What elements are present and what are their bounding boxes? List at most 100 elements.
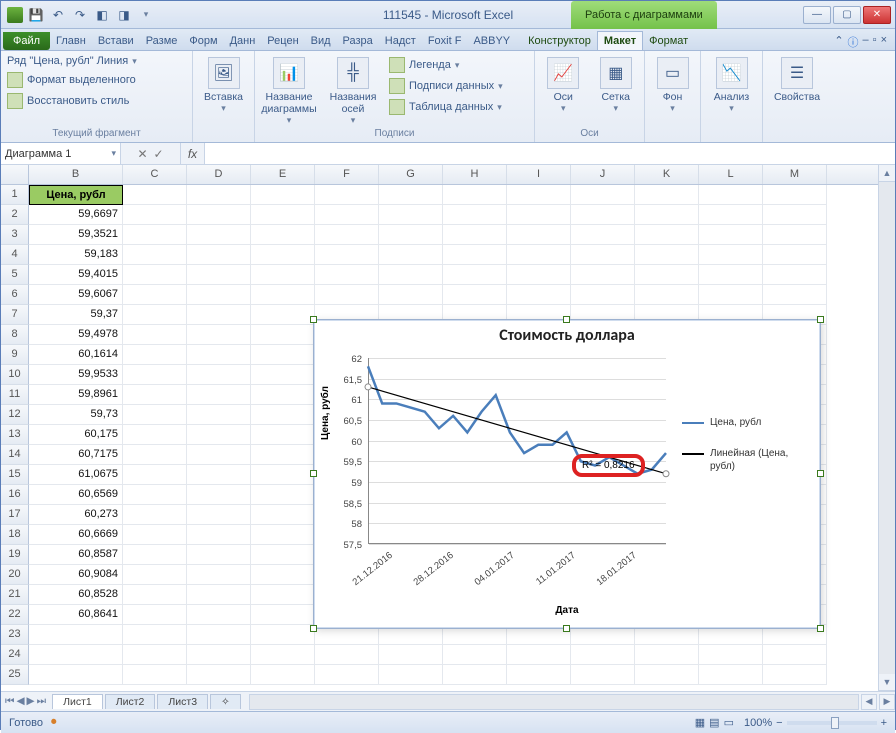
macro-record-icon[interactable]: ⏺: [51, 716, 57, 729]
tab-data[interactable]: Данн: [224, 32, 262, 50]
chart-title[interactable]: Стоимость доллара: [314, 320, 820, 345]
qat-redo-icon[interactable]: ↷: [71, 6, 89, 24]
format-selection-button[interactable]: Формат выделенного: [5, 70, 139, 90]
col-header[interactable]: B: [29, 165, 123, 184]
resize-handle[interactable]: [310, 470, 317, 477]
y-axis-title[interactable]: Цена, рубл: [320, 386, 331, 440]
resize-handle[interactable]: [817, 625, 824, 632]
col-header[interactable]: J: [571, 165, 635, 184]
doc-restore-icon[interactable]: ▫: [873, 34, 877, 50]
view-pagebreak-icon[interactable]: ▭: [724, 716, 734, 729]
zoom-out-icon[interactable]: −: [776, 717, 782, 729]
cell[interactable]: 60,273: [29, 505, 123, 525]
zoom-slider[interactable]: [787, 721, 877, 725]
cell[interactable]: 59,37: [29, 305, 123, 325]
fx-confirm-icon[interactable]: ✓: [154, 147, 164, 161]
data-table-button[interactable]: Таблица данных: [387, 97, 505, 117]
view-normal-icon[interactable]: ▦: [695, 716, 705, 729]
cell[interactable]: 59,8961: [29, 385, 123, 405]
col-header[interactable]: L: [699, 165, 763, 184]
scrollbar-track[interactable]: [879, 182, 895, 674]
resize-handle[interactable]: [310, 625, 317, 632]
select-all-corner[interactable]: [1, 165, 29, 184]
chart-object[interactable]: Стоимость доллара Цена, рубл R² = 0,8216…: [313, 319, 821, 629]
reset-style-button[interactable]: Восстановить стиль: [5, 91, 139, 111]
series-selector[interactable]: Ряд "Цена, рубл" Линия: [5, 53, 139, 69]
new-sheet-button[interactable]: ✧: [210, 694, 241, 709]
cell[interactable]: 60,175: [29, 425, 123, 445]
sheet-nav-first-icon[interactable]: ⏮: [5, 695, 14, 708]
cell[interactable]: 60,9084: [29, 565, 123, 585]
axis-titles-button[interactable]: ╬Названия осей: [323, 53, 383, 126]
scroll-down-icon[interactable]: ▼: [879, 674, 895, 691]
col-header[interactable]: C: [123, 165, 187, 184]
scroll-up-icon[interactable]: ▲: [879, 165, 895, 182]
legend-item[interactable]: Цена, рубл: [682, 416, 810, 429]
fx-icon[interactable]: fx: [181, 143, 205, 164]
tab-addins[interactable]: Надст: [379, 32, 422, 50]
cell-header[interactable]: Цена, рубл: [29, 185, 123, 205]
tab-chart-design[interactable]: Конструктор: [522, 32, 597, 50]
column-headers[interactable]: B C D E F G H I J K L M: [1, 165, 878, 185]
resize-handle[interactable]: [563, 316, 570, 323]
col-header[interactable]: D: [187, 165, 251, 184]
hscroll-left-icon[interactable]: ◀: [861, 694, 877, 710]
doc-minimize-icon[interactable]: –: [863, 34, 869, 50]
tab-view[interactable]: Вид: [305, 32, 337, 50]
cell[interactable]: 60,8641: [29, 605, 123, 625]
cell[interactable]: 59,3521: [29, 225, 123, 245]
cell[interactable]: 60,6569: [29, 485, 123, 505]
col-header[interactable]: H: [443, 165, 507, 184]
qat-dropdown[interactable]: [137, 6, 155, 24]
horizontal-scrollbar[interactable]: [249, 694, 859, 710]
tab-developer[interactable]: Разра: [337, 32, 379, 50]
cell[interactable]: 60,8528: [29, 585, 123, 605]
sheet-tab[interactable]: Лист2: [105, 694, 156, 709]
tab-file[interactable]: Файл: [3, 32, 50, 50]
resize-handle[interactable]: [817, 470, 824, 477]
zoom-in-icon[interactable]: +: [881, 717, 887, 729]
worksheet-grid[interactable]: B C D E F G H I J K L M 1Цена, рубл259,6…: [1, 165, 878, 691]
cell[interactable]: 59,4015: [29, 265, 123, 285]
view-pagelayout-icon[interactable]: ▤: [709, 716, 719, 729]
cell[interactable]: 61,0675: [29, 465, 123, 485]
qat-custom-1[interactable]: ◧: [93, 6, 111, 24]
cell[interactable]: 60,7175: [29, 445, 123, 465]
cell[interactable]: 59,4978: [29, 325, 123, 345]
col-header[interactable]: K: [635, 165, 699, 184]
gridlines-button[interactable]: ▦Сетка: [592, 53, 641, 114]
sheet-tab[interactable]: Лист1: [52, 694, 103, 709]
minimize-button[interactable]: —: [803, 6, 831, 24]
ribbon-minimize-icon[interactable]: ⌃: [834, 34, 843, 50]
tab-chart-format[interactable]: Формат: [643, 32, 694, 50]
cell[interactable]: 59,9533: [29, 365, 123, 385]
sheet-nav-last-icon[interactable]: ⏭: [37, 695, 46, 708]
r-squared-label[interactable]: R² = 0,8216: [572, 454, 645, 477]
legend-button[interactable]: Легенда: [387, 55, 505, 75]
cell[interactable]: 59,183: [29, 245, 123, 265]
close-button[interactable]: ✕: [863, 6, 891, 24]
tab-formulas[interactable]: Форм: [183, 32, 223, 50]
legend[interactable]: Цена, рубл Линейная (Цена, рубл): [682, 416, 810, 491]
tab-insert[interactable]: Встави: [92, 32, 140, 50]
cell[interactable]: 59,73: [29, 405, 123, 425]
col-header[interactable]: M: [763, 165, 827, 184]
name-box[interactable]: Диаграмма 1▾: [1, 143, 121, 164]
sheet-tab[interactable]: Лист3: [157, 694, 208, 709]
vertical-scrollbar[interactable]: ▲ ▼: [878, 165, 895, 691]
doc-close-icon[interactable]: ×: [881, 34, 887, 50]
properties-button[interactable]: ☰Свойства: [767, 53, 827, 103]
resize-handle[interactable]: [817, 316, 824, 323]
hscroll-right-icon[interactable]: ▶: [879, 694, 895, 710]
data-labels-button[interactable]: Подписи данных: [387, 76, 505, 96]
col-header[interactable]: I: [507, 165, 571, 184]
cell[interactable]: 59,6067: [29, 285, 123, 305]
qat-save-icon[interactable]: 💾: [27, 6, 45, 24]
background-button[interactable]: ▭Фон: [649, 53, 696, 114]
tab-abbyy[interactable]: ABBYY: [467, 32, 516, 50]
chart-title-button[interactable]: 📊Название диаграммы: [259, 53, 319, 126]
resize-handle[interactable]: [563, 625, 570, 632]
qat-undo-icon[interactable]: ↶: [49, 6, 67, 24]
x-axis-title[interactable]: Дата: [314, 605, 820, 616]
maximize-button[interactable]: ▢: [833, 6, 861, 24]
